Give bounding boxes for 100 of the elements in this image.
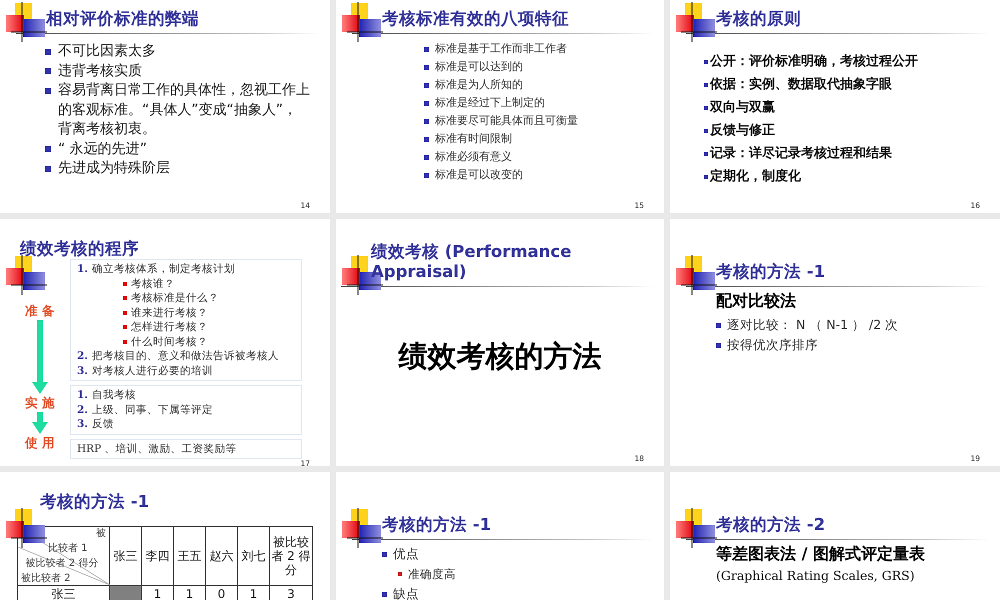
bullet-text: 标准是为人所知的 bbox=[435, 77, 523, 93]
bullet-square-icon bbox=[45, 88, 51, 94]
header-label: 被比较者 2 bbox=[20, 572, 72, 585]
header-label: 比较者 1 bbox=[47, 542, 89, 555]
slide-logo-icon bbox=[5, 508, 47, 548]
bullet-square-icon bbox=[123, 340, 127, 344]
bullet-square-icon bbox=[424, 136, 429, 142]
step-text: 考核标准是什么？ bbox=[131, 291, 219, 306]
bullet-square-icon bbox=[704, 152, 708, 156]
slide-thumbnail[interactable]: 考核的方法 -1 被 比较者 1 被比较者 2 得分 被比较者 2 张三 李四 王五 赵六 刘七 被比较者 2 得分 张三 1 1 0 1 3 bbox=[0, 472, 330, 600]
bullet-text: 先进成为特殊阶层 bbox=[58, 159, 170, 178]
table-cell: 1 bbox=[142, 586, 174, 600]
bullet-square-icon bbox=[382, 552, 387, 556]
bullet-square-icon bbox=[123, 296, 127, 300]
table-cell: 0 bbox=[206, 586, 238, 600]
step-text: 怎样进行考核？ bbox=[131, 320, 208, 334]
slide-title: 考核的方法 -1 bbox=[382, 515, 492, 535]
slide-logo-icon bbox=[5, 2, 47, 42]
bullet-square-icon bbox=[704, 128, 708, 132]
column-header: 李四 bbox=[144, 549, 170, 563]
bullet-square-icon bbox=[716, 322, 721, 328]
slide-logo-icon bbox=[675, 255, 717, 295]
bullet-square-icon bbox=[424, 172, 429, 178]
bullet-text: 标准是经过下上制定的 bbox=[435, 95, 545, 111]
slide-subheading: (Graphical Rating Scales, GRS) bbox=[715, 567, 916, 585]
slide-logo-icon bbox=[675, 2, 717, 42]
slide-heading: 配对比较法 bbox=[715, 290, 797, 311]
slide-thumbnail[interactable]: 考核的方法 -1 优点 准确度高 缺点 bbox=[336, 472, 664, 600]
table-cell: 1 bbox=[238, 586, 270, 600]
slide-logo-icon bbox=[341, 2, 383, 42]
bullet-square-icon bbox=[704, 82, 708, 86]
stage-label: 使 用 bbox=[24, 435, 56, 451]
bullet-text: 按得优次序排序 bbox=[727, 336, 818, 354]
bullet-square-icon bbox=[704, 60, 708, 64]
bullet-square-icon bbox=[424, 46, 429, 52]
bullet-text: 违背考核实质 bbox=[58, 62, 142, 80]
row-header: 张三 bbox=[18, 586, 110, 600]
bullet-square-icon bbox=[424, 64, 429, 70]
step-text: HRP 、培训、激励、工资奖励等 bbox=[77, 442, 236, 456]
step-text: 自我考核 bbox=[92, 388, 136, 402]
bullet-text: 标准有时间限制 bbox=[435, 131, 512, 147]
bullet-text: 标准是基于工作而非工作者 bbox=[435, 41, 567, 57]
bullet-text: “ 永远的先进” bbox=[58, 140, 147, 158]
bullet-square-icon bbox=[424, 82, 429, 88]
down-arrow-icon bbox=[32, 320, 48, 394]
slide-title: 考核的方法 -1 bbox=[716, 262, 826, 282]
bullet-square-icon bbox=[123, 310, 127, 314]
step-number: 3. bbox=[77, 417, 88, 432]
bullet-square-icon bbox=[704, 106, 708, 110]
header-label: 被 bbox=[96, 527, 107, 540]
bullet-text: 反馈与修正 bbox=[710, 122, 775, 140]
slide-title: 考核的原则 bbox=[716, 9, 801, 29]
bullet-text: 不可比因素太多 bbox=[58, 42, 156, 61]
slide-thumbnail[interactable]: 考核的方法 -2 等差图表法 / 图解式评定量表 (Graphical Rating Scales, GRS) bbox=[670, 472, 1000, 600]
bullet-square-icon bbox=[123, 325, 127, 329]
bullet-text: 准确度高 bbox=[408, 566, 456, 583]
slide-logo-icon bbox=[341, 508, 383, 548]
bullet-square-icon bbox=[424, 118, 429, 124]
step-number: 2. bbox=[77, 349, 88, 364]
bullet-text: 公开：评价标准明确，考核过程公开 bbox=[710, 53, 918, 71]
stage-label: 准 备 bbox=[24, 303, 56, 319]
bullet-square-icon bbox=[382, 592, 387, 596]
step-text: 把考核目的、意义和做法告诉被考核人 bbox=[92, 349, 279, 364]
bullet-text: 标准要尽可能具体而且可衡量 bbox=[435, 113, 578, 129]
column-header: 被比较者 2 得分 bbox=[270, 535, 312, 577]
step-number: 2. bbox=[77, 402, 88, 417]
bullet-square-icon bbox=[123, 282, 127, 286]
column-header: 刘七 bbox=[240, 549, 266, 563]
slide-title: 绩效考核 (Performance Appraisal) bbox=[371, 242, 572, 282]
step-text: 反馈 bbox=[92, 417, 114, 432]
slide-title: 考核的方法 -1 bbox=[40, 492, 150, 512]
bullet-square-icon bbox=[45, 146, 51, 152]
slide-title: 相对评价标准的弊端 bbox=[46, 9, 199, 29]
slide-title: 考核的方法 -2 bbox=[716, 515, 826, 535]
bullet-text: 容易背离日常工作的具体性，忽视工作上的客观标准。“具体人”变成“抽象人”，背离考核初衷。 bbox=[58, 81, 310, 139]
bullet-square-icon bbox=[45, 68, 51, 74]
bullet-text: 标准必须有意义 bbox=[435, 149, 512, 165]
bullet-square-icon bbox=[398, 572, 402, 576]
bullet-text: 逐对比较： N （ N-1 ） /2 次 bbox=[727, 316, 898, 334]
column-header: 张三 bbox=[112, 549, 138, 563]
bullet-square-icon bbox=[424, 154, 429, 160]
bullet-text: 定期化，制度化 bbox=[710, 168, 801, 186]
bullet-text: 优点 bbox=[393, 545, 419, 563]
slide-logo-icon bbox=[675, 508, 717, 548]
header-label: 被比较者 2 得分 bbox=[26, 557, 100, 570]
down-arrow-icon bbox=[32, 412, 48, 434]
bullet-square-icon bbox=[45, 48, 51, 55]
table-cell: 1 bbox=[174, 586, 206, 600]
step-number: 1. bbox=[77, 262, 88, 276]
slide-heading: 等差图表法 / 图解式评定量表 bbox=[715, 543, 926, 564]
bullet-square-icon bbox=[45, 166, 51, 172]
step-text: 考核谁？ bbox=[131, 276, 175, 291]
bullet-text: 依据：实例、数据取代抽象字眼 bbox=[710, 76, 892, 94]
step-text: 上级、同事、下属等评定 bbox=[92, 402, 213, 417]
bullet-text: 记录：详尽记录考核过程和结果 bbox=[710, 144, 892, 163]
column-header: 王五 bbox=[176, 549, 202, 563]
section-title: 绩效考核的方法 bbox=[397, 338, 602, 375]
bullet-text: 标准是可以改变的 bbox=[435, 167, 523, 183]
bullet-text: 双向与双赢 bbox=[710, 99, 775, 117]
column-header: 赵六 bbox=[208, 549, 234, 563]
